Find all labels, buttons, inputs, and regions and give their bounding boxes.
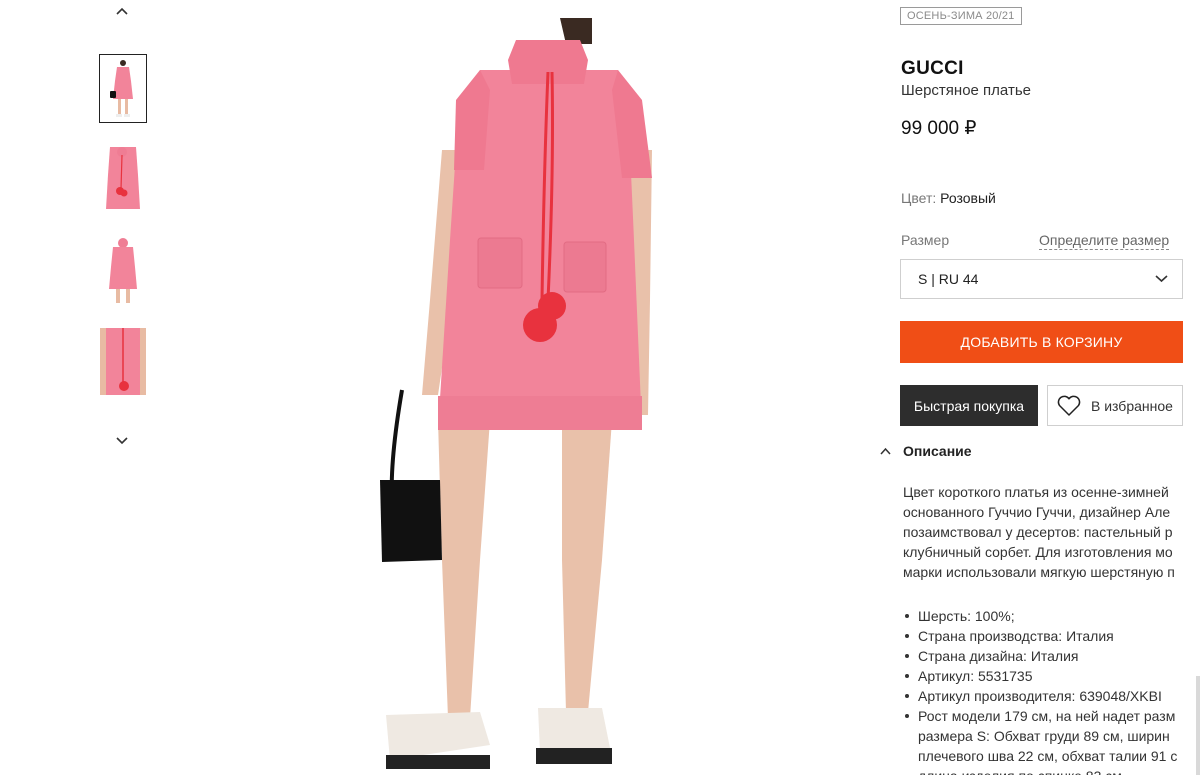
thumbnail-3[interactable]	[100, 237, 146, 304]
spec-item: Рост модели 179 см, на ней надет разм	[903, 706, 1200, 726]
season-badge: ОСЕНЬ-ЗИМА 20/21	[900, 7, 1022, 25]
add-to-cart-button[interactable]: ДОБАВИТЬ В КОРЗИНУ	[900, 321, 1183, 363]
thumbnail-2[interactable]	[100, 145, 146, 212]
add-to-favorites-button[interactable]: В избранное	[1047, 385, 1183, 426]
description-line: позаимствовал у десертов: пастельный р	[903, 524, 1173, 540]
spec-item-continued: размера S: Обхват груди 89 см, ширин	[918, 728, 1170, 744]
chevron-down-icon[interactable]	[113, 432, 131, 450]
spec-item: Страна дизайна: Италия	[903, 646, 1200, 666]
spec-item: Шерсть: 100%;	[903, 606, 1200, 626]
description-line: марки использовали мягкую шерстяную п	[903, 564, 1175, 580]
color-value: Розовый	[940, 190, 996, 206]
brand-name[interactable]: GUCCI	[901, 58, 964, 80]
quick-buy-button[interactable]: Быстрая покупка	[900, 385, 1038, 426]
spec-item-continued: длина изделия по спинке 83 см	[903, 766, 1200, 775]
size-selected-value: S | RU 44	[918, 271, 979, 287]
product-price: 99 000 ₽	[901, 118, 977, 139]
thumbnail-4[interactable]	[100, 328, 146, 395]
description-text: Цвет короткого платья из осенне-зимней о…	[903, 482, 1200, 582]
spec-item-continued: плечевого шва 22 см, обхват талии 91 с	[918, 748, 1178, 764]
description-line: клубничный сорбет. Для изготовления мо	[903, 544, 1173, 560]
thumbnail-gallery	[96, 0, 150, 460]
size-label: Размер	[901, 232, 950, 248]
color-label: Цвет:	[901, 190, 937, 206]
description-heading: Описание	[903, 443, 972, 459]
color-info: Цвет: Розовый	[901, 190, 996, 206]
description-line: основанного Гуччио Гуччи, дизайнер Але	[903, 504, 1171, 520]
scrollbar[interactable]	[1196, 676, 1200, 775]
spec-item: Страна производства: Италия	[903, 626, 1200, 646]
main-product-image[interactable]	[330, 0, 720, 775]
chevron-up-icon[interactable]	[113, 2, 131, 20]
chevron-up-icon	[880, 447, 891, 455]
heart-icon	[1057, 395, 1081, 416]
spec-list: Шерсть: 100%; Страна производства: Итали…	[903, 606, 1200, 775]
spec-item: Артикул: 5531735	[903, 666, 1200, 686]
favorites-label: В избранное	[1091, 397, 1173, 414]
thumbnail-1[interactable]	[99, 54, 147, 123]
size-guide-link[interactable]: Определите размер	[1039, 232, 1170, 250]
description-line: Цвет короткого платья из осенне-зимней	[903, 484, 1169, 500]
description-toggle[interactable]: Описание	[880, 443, 972, 459]
chevron-down-icon	[1155, 275, 1168, 283]
spec-item: Артикул производителя: 639048/XKBI	[903, 686, 1200, 706]
product-title: Шерстяное платье	[901, 82, 1031, 99]
size-dropdown[interactable]: S | RU 44	[900, 259, 1183, 299]
